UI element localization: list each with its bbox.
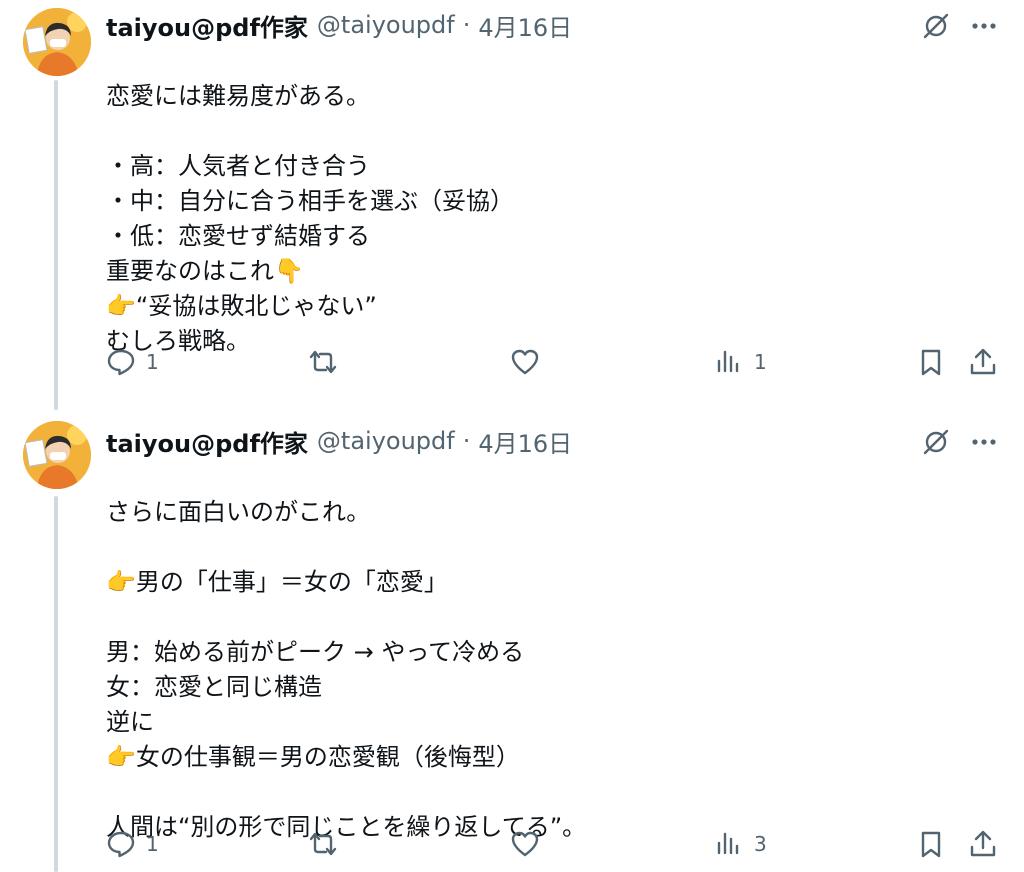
bookmark-button[interactable]: [916, 342, 946, 382]
reply-icon: [107, 349, 135, 376]
bookmark-button[interactable]: [916, 824, 946, 864]
post-line: 恋愛には難易度がある。: [106, 82, 370, 110]
like-icon: [511, 831, 539, 857]
like-icon: [511, 349, 539, 375]
post-line: 👉“妥協は敗北じゃない”: [106, 292, 377, 320]
separator-dot: ·: [462, 11, 471, 39]
post-header: taiyou@pdf作家 @taiyoupdf · 4月16日: [106, 7, 572, 43]
author-handle[interactable]: @taiyoupdf: [317, 11, 455, 39]
like-button[interactable]: [510, 824, 540, 864]
share-button[interactable]: [968, 824, 998, 864]
post-date[interactable]: 4月16日: [478, 424, 572, 459]
author-name[interactable]: taiyou@pdf作家: [106, 8, 308, 43]
bookmark-icon: [921, 831, 941, 858]
post-body: さらに面白いのがこれ。 👉男の「仕事」＝女の「恋愛」 男：始める前がピーク → …: [106, 460, 986, 845]
avatar[interactable]: [23, 8, 91, 76]
reply-icon: [107, 831, 135, 858]
post-line: 👉女の仕事観＝男の恋愛観（後悔型）: [106, 743, 520, 771]
post-line: 👉男の「仕事」＝女の「恋愛」: [106, 568, 448, 596]
separator-dot: ·: [462, 427, 471, 455]
grok-icon[interactable]: [920, 426, 952, 458]
reply-count: 1: [146, 832, 159, 856]
post-line: 男：始める前がピーク → やって冷める: [106, 638, 525, 666]
action-bar: 1 3: [0, 824, 1024, 864]
repost-icon: [309, 350, 337, 374]
post-line: 逆に: [106, 708, 154, 736]
repost-button[interactable]: [306, 824, 340, 864]
views-icon: [717, 832, 739, 855]
views-button[interactable]: 1: [714, 342, 767, 382]
action-bar: 1 1: [0, 342, 1024, 382]
author-handle[interactable]: @taiyoupdf: [317, 427, 455, 455]
post-line: 重要なのはこれ👇: [106, 257, 304, 285]
reply-count: 1: [146, 350, 159, 374]
more-icon[interactable]: [968, 426, 1000, 458]
post-line: さらに面白いのがこれ。: [106, 498, 371, 526]
repost-button[interactable]: [306, 342, 340, 382]
views-button[interactable]: 3: [714, 824, 767, 864]
post-line: 女：恋愛と同じ構造: [106, 673, 322, 701]
repost-icon: [309, 832, 337, 856]
post-line: ・中：自分に合う相手を選ぶ（妥協）: [106, 187, 514, 215]
author-name[interactable]: taiyou@pdf作家: [106, 424, 308, 459]
post-line: ・高：人気者と付き合う: [106, 152, 370, 180]
post-1[interactable]: taiyou@pdf作家 @taiyoupdf · 4月16日 恋愛には難易度が…: [0, 0, 1024, 410]
post-line: ・低：恋愛せず結婚する: [106, 222, 370, 250]
bookmark-icon: [921, 349, 941, 376]
views-count: 1: [754, 350, 767, 374]
share-button[interactable]: [968, 342, 998, 382]
share-icon: [970, 830, 996, 857]
post-body: 恋愛には難易度がある。 ・高：人気者と付き合う ・中：自分に合う相手を選ぶ（妥協…: [106, 44, 986, 359]
reply-button[interactable]: 1: [106, 342, 159, 382]
views-count: 3: [754, 832, 767, 856]
like-button[interactable]: [510, 342, 540, 382]
post-header: taiyou@pdf作家 @taiyoupdf · 4月16日: [106, 423, 572, 459]
post-2[interactable]: taiyou@pdf作家 @taiyoupdf · 4月16日 さらに面白いのが…: [0, 416, 1024, 872]
avatar[interactable]: [23, 421, 91, 489]
more-icon[interactable]: [968, 10, 1000, 42]
grok-icon[interactable]: [920, 10, 952, 42]
post-date[interactable]: 4月16日: [478, 8, 572, 43]
reply-button[interactable]: 1: [106, 824, 159, 864]
views-icon: [717, 350, 739, 373]
share-icon: [970, 348, 996, 375]
